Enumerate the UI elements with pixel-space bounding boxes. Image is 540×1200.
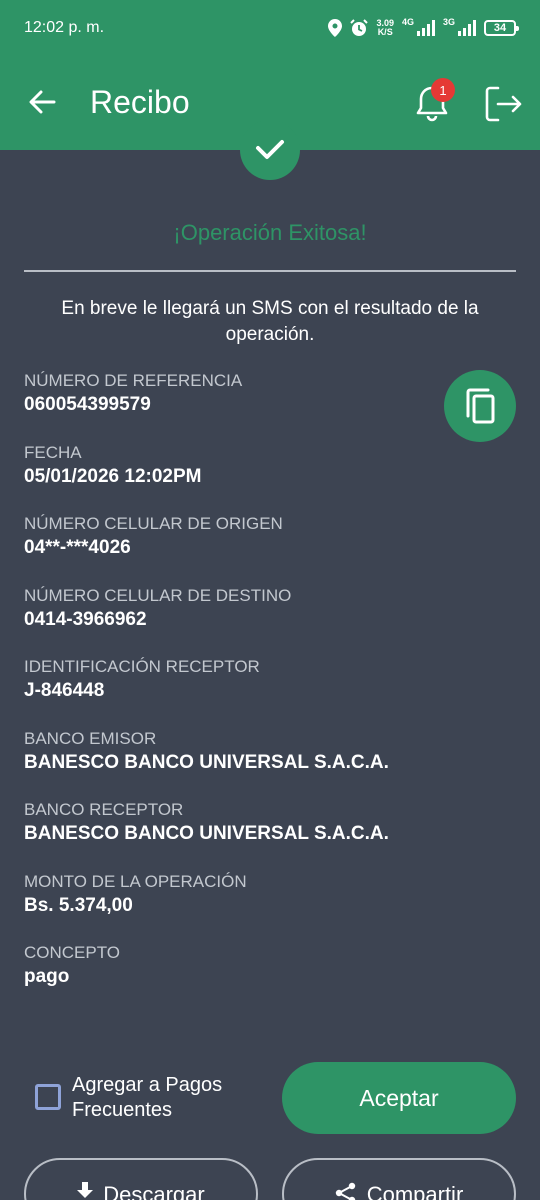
frequent-payment-label[interactable]: Agregar a Pagos Frecuentes [72,1073,272,1123]
field-label: MONTO DE LA OPERACIÓN [24,872,247,891]
frequent-payment-checkbox[interactable] [35,1084,61,1110]
field-label: NÚMERO CELULAR DE ORIGEN [24,514,283,533]
logout-icon [485,86,522,122]
field-value: BANESCO BANCO UNIVERSAL S.A.C.A. [24,752,389,773]
divider [24,270,516,272]
status-icons: 3.09 K/S 4G 3G 34 [328,16,519,40]
success-check [240,120,300,180]
status-bar: 12:02 p. m. 3.09 K/S 4G 3G 34 [0,0,540,56]
field-reference-number: NÚMERO DE REFERENCIA 060054399579 [24,370,444,418]
back-button[interactable] [20,80,64,124]
field-date: FECHA 05/01/2026 12:02PM [24,442,444,490]
field-value: J-846448 [24,680,105,701]
field-value: 04**-***4026 [24,537,131,558]
field-label: BANCO RECEPTOR [24,800,184,819]
field-label: IDENTIFICACIÓN RECEPTOR [24,657,260,676]
share-icon [335,1182,355,1200]
signal-icon [458,20,476,36]
field-label: BANCO EMISOR [24,729,157,748]
check-icon [256,140,284,159]
field-label: CONCEPTO [24,943,121,962]
signal-icon [416,20,435,36]
operation-status-title: ¡Operación Exitosa! [173,220,367,245]
page-title: Recibo [90,84,190,120]
net-speed: 3.09 K/S [376,18,394,37]
location-icon [328,19,343,37]
field-amount: MONTO DE LA OPERACIÓN Bs. 5.374,00 [24,871,444,919]
download-icon [77,1182,94,1198]
field-concept: CONCEPTO pago [24,942,444,990]
notification-badge: 1 [431,78,455,102]
field-value: BANESCO BANCO UNIVERSAL S.A.C.A. [24,823,389,844]
net-4g-label: 4G [401,17,414,27]
download-label: Descargar [103,1182,205,1200]
status-time: 12:02 p. m. [24,19,105,36]
battery-icon: 34 [484,20,519,36]
field-value: 060054399579 [24,394,151,415]
net-3g-label: 3G [442,17,455,27]
copy-icon [466,388,495,424]
field-label: NÚMERO CELULAR DE DESTINO [24,586,292,605]
share-button[interactable]: Compartir [282,1158,516,1200]
field-label: NÚMERO DE REFERENCIA [24,371,243,390]
field-value: 0414-3966962 [24,609,147,630]
download-button[interactable]: Descargar [24,1158,258,1200]
logout-button[interactable] [484,82,524,126]
field-destination-phone: NÚMERO CELULAR DE DESTINO 0414-3966962 [24,585,444,633]
share-label: Compartir [366,1182,464,1200]
field-issuing-bank: BANCO EMISOR BANESCO BANCO UNIVERSAL S.A… [24,728,444,776]
accept-button[interactable]: Aceptar [282,1062,516,1134]
field-value: Bs. 5.374,00 [24,895,133,916]
field-label: FECHA [24,443,82,462]
field-receiver-id: IDENTIFICACIÓN RECEPTOR J-846448 [24,656,444,704]
field-value: pago [24,966,70,987]
field-receiving-bank: BANCO RECEPTOR BANESCO BANCO UNIVERSAL S… [24,799,444,847]
alarm-icon [350,19,369,37]
sms-note: En breve le llegará un SMS con el result… [61,298,479,345]
copy-reference-button[interactable] [444,370,516,442]
field-origin-phone: NÚMERO CELULAR DE ORIGEN 04**-***4026 [24,513,444,561]
field-value: 05/01/2026 12:02PM [24,466,202,487]
arrow-left-icon [29,90,56,114]
